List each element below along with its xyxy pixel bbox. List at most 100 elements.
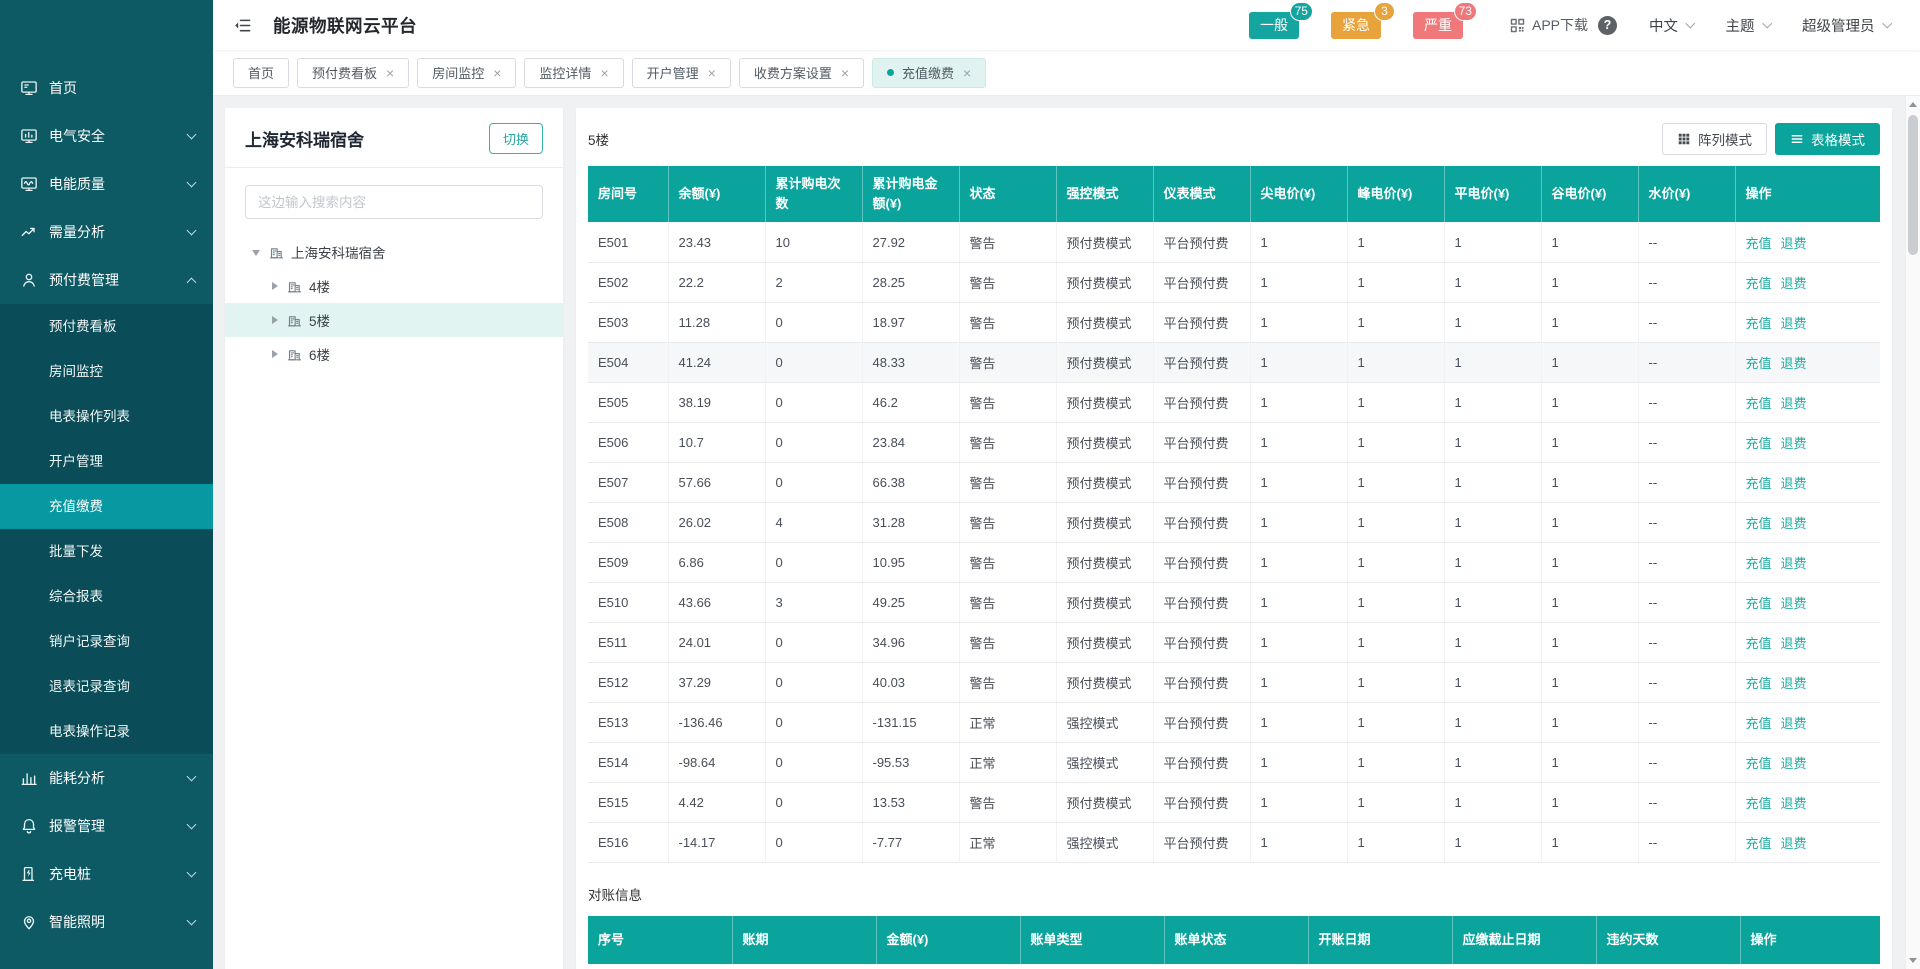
recharge-link[interactable]: 充值 xyxy=(1746,716,1772,731)
table-cell: 预付费模式 xyxy=(1056,662,1153,702)
table-cell: 1 xyxy=(1444,422,1541,462)
recharge-link[interactable]: 充值 xyxy=(1746,276,1772,291)
sidebar-item-charging-pile[interactable]: 充电桩 xyxy=(0,850,213,898)
tab-account-management[interactable]: 开户管理× xyxy=(632,58,731,88)
recharge-link[interactable]: 充值 xyxy=(1746,636,1772,651)
refund-link[interactable]: 退费 xyxy=(1781,796,1807,811)
alarm-badge-urgent[interactable]: 紧急3 xyxy=(1331,12,1381,39)
refund-link[interactable]: 退费 xyxy=(1781,316,1807,331)
table-cell: -- xyxy=(1638,542,1735,582)
refund-link[interactable]: 退费 xyxy=(1781,236,1807,251)
table-cell: 1 xyxy=(1250,542,1347,582)
recharge-link[interactable]: 充值 xyxy=(1746,796,1772,811)
tab-close-icon[interactable]: × xyxy=(386,66,394,80)
tree-node-floor-5[interactable]: 5楼 xyxy=(225,303,563,337)
scrollbar-up-arrow[interactable] xyxy=(1906,97,1920,112)
recharge-link[interactable]: 充值 xyxy=(1746,516,1772,531)
sidebar-item-demand-analysis[interactable]: 需量分析 xyxy=(0,208,213,256)
tab-close-icon[interactable]: × xyxy=(708,66,716,80)
refund-link[interactable]: 退费 xyxy=(1781,676,1807,691)
language-selector[interactable]: 中文 xyxy=(1649,15,1694,36)
sidebar-item-meter-return-query[interactable]: 退表记录查询 xyxy=(0,664,213,709)
table-mode-button[interactable]: 表格模式 xyxy=(1775,123,1880,155)
theme-selector[interactable]: 主题 xyxy=(1726,15,1771,36)
sidebar-item-alarm-management[interactable]: 报警管理 xyxy=(0,802,213,850)
sidebar-item-electrical-safety[interactable]: 电气安全 xyxy=(0,112,213,160)
refund-link[interactable]: 退费 xyxy=(1781,476,1807,491)
sidebar-item-batch-dispatch[interactable]: 批量下发 xyxy=(0,529,213,574)
table-row: E50222.2228.25警告预付费模式平台预付费1111--充值退费 xyxy=(588,262,1880,302)
table-cell: 警告 xyxy=(959,662,1056,702)
vertical-scrollbar[interactable] xyxy=(1905,96,1920,969)
recharge-link[interactable]: 充值 xyxy=(1746,356,1772,371)
tab-close-icon[interactable]: × xyxy=(841,66,849,80)
tab-close-icon[interactable]: × xyxy=(600,66,608,80)
table-cell: 预付费模式 xyxy=(1056,582,1153,622)
column-header: 应缴截止日期 xyxy=(1452,916,1596,964)
recharge-link[interactable]: 充值 xyxy=(1746,676,1772,691)
sidebar-item-comprehensive-report[interactable]: 综合报表 xyxy=(0,574,213,619)
sidebar-item-home[interactable]: 首页 xyxy=(0,64,213,112)
tab-room-monitor[interactable]: 房间监控× xyxy=(417,58,516,88)
sidebar-item-prepaid-dashboard[interactable]: 预付费看板 xyxy=(0,304,213,349)
recharge-link[interactable]: 充值 xyxy=(1746,316,1772,331)
sidebar-item-prepaid-management[interactable]: 预付费管理 xyxy=(0,256,213,304)
refund-link[interactable]: 退费 xyxy=(1781,596,1807,611)
recharge-link[interactable]: 充值 xyxy=(1746,596,1772,611)
tree-search xyxy=(225,168,563,227)
sidebar-collapse-icon[interactable] xyxy=(233,16,252,35)
recharge-link[interactable]: 充值 xyxy=(1746,556,1772,571)
table-cell: 平台预付费 xyxy=(1153,422,1250,462)
sidebar-item-energy-analysis[interactable]: 能耗分析 xyxy=(0,754,213,802)
refund-link[interactable]: 退费 xyxy=(1781,756,1807,771)
sidebar-item-room-monitor[interactable]: 房间监控 xyxy=(0,349,213,394)
tab-close-icon[interactable]: × xyxy=(493,66,501,80)
recharge-link[interactable]: 充值 xyxy=(1746,476,1772,491)
recharge-link[interactable]: 充值 xyxy=(1746,236,1772,251)
refund-link[interactable]: 退费 xyxy=(1781,436,1807,451)
refund-link[interactable]: 退费 xyxy=(1781,356,1807,371)
table-row: E51237.29040.03警告预付费模式平台预付费1111--充值退费 xyxy=(588,662,1880,702)
tree-node-floor-6[interactable]: 6楼 xyxy=(225,337,563,371)
sidebar-item-meter-operation-record[interactable]: 电表操作记录 xyxy=(0,709,213,754)
sidebar-item-smart-lighting[interactable]: 智能照明 xyxy=(0,898,213,946)
scrollbar-thumb[interactable] xyxy=(1908,115,1918,255)
switch-button[interactable]: 切换 xyxy=(489,123,543,154)
tab-close-icon[interactable]: × xyxy=(963,66,971,80)
user-menu[interactable]: 超级管理员 xyxy=(1802,15,1890,36)
sidebar-item-recharge-payment[interactable]: 充值缴费 xyxy=(0,484,213,529)
help-icon[interactable]: ? xyxy=(1598,16,1617,35)
recharge-link[interactable]: 充值 xyxy=(1746,836,1772,851)
tree-node-floor-4[interactable]: 4楼 xyxy=(225,269,563,303)
tree-search-input[interactable] xyxy=(245,185,543,219)
table-cell: 1 xyxy=(1444,502,1541,542)
recharge-link[interactable]: 充值 xyxy=(1746,436,1772,451)
refund-link[interactable]: 退费 xyxy=(1781,396,1807,411)
alarm-badge-general[interactable]: 一般75 xyxy=(1249,12,1299,39)
table-cell: 1 xyxy=(1444,462,1541,502)
refund-link[interactable]: 退费 xyxy=(1781,276,1807,291)
sidebar-item-account-management[interactable]: 开户管理 xyxy=(0,439,213,484)
app-download-button[interactable]: APP下载 xyxy=(1509,15,1588,35)
sidebar-item-power-quality[interactable]: 电能质量 xyxy=(0,160,213,208)
recharge-link[interactable]: 充值 xyxy=(1746,756,1772,771)
tab-recharge-payment[interactable]: 充值缴费× xyxy=(872,58,986,88)
refund-link[interactable]: 退费 xyxy=(1781,516,1807,531)
sidebar-item-meter-operation-list[interactable]: 电表操作列表 xyxy=(0,394,213,439)
tab-monitor-detail[interactable]: 监控详情× xyxy=(524,58,623,88)
sidebar-item-account-close-query[interactable]: 销户记录查询 xyxy=(0,619,213,664)
refund-link[interactable]: 退费 xyxy=(1781,636,1807,651)
tab-home[interactable]: 首页 xyxy=(233,58,289,88)
alarm-badge-critical[interactable]: 严重73 xyxy=(1413,12,1463,39)
refund-link[interactable]: 退费 xyxy=(1781,556,1807,571)
sidebar-item-label: 预付费管理 xyxy=(49,270,188,290)
recharge-link[interactable]: 充值 xyxy=(1746,396,1772,411)
grid-mode-button[interactable]: 阵列模式 xyxy=(1662,123,1767,155)
tab-prepaid-dashboard[interactable]: 预付费看板× xyxy=(297,58,409,88)
refund-link[interactable]: 退费 xyxy=(1781,836,1807,851)
refund-link[interactable]: 退费 xyxy=(1781,716,1807,731)
tab-fee-plan-settings[interactable]: 收费方案设置× xyxy=(739,58,864,88)
scrollbar-down-arrow[interactable] xyxy=(1906,953,1920,968)
tree-node-root[interactable]: 上海安科瑞宿舍 xyxy=(225,235,563,269)
energy-analysis-icon xyxy=(20,769,38,787)
